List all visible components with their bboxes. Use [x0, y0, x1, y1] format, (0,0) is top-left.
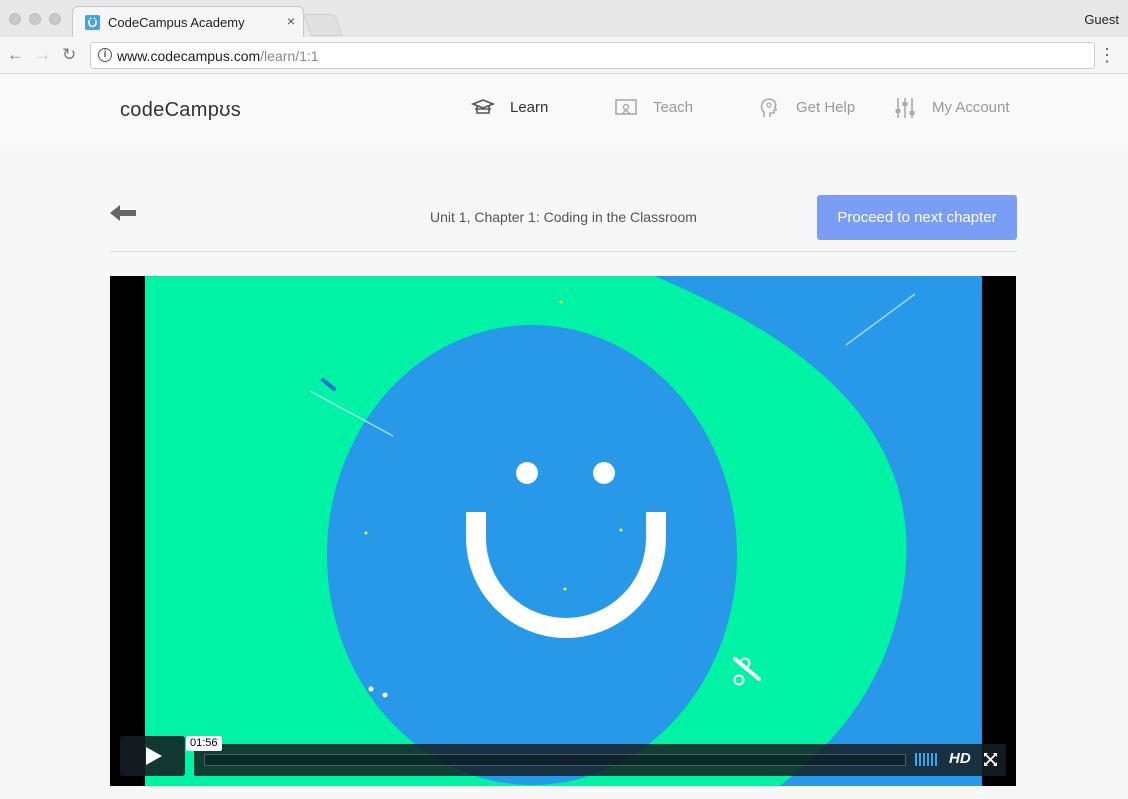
back-arrow-icon[interactable]: [110, 204, 138, 222]
window-zoom-button[interactable]: [49, 13, 61, 25]
video-frame[interactable]: [145, 276, 982, 786]
back-nav-icon[interactable]: ←: [7, 45, 24, 65]
browser-toolbar: ← → ↻ i www.codecampus.com/learn/1:1 ⋮: [0, 37, 1128, 74]
url-path: /learn/1:1: [260, 48, 319, 64]
nav-label-my-account: My Account: [932, 99, 1010, 116]
favicon-icon: [85, 15, 100, 30]
play-icon: [146, 747, 162, 765]
site-header: codeCampʊs Learn Teach Get Help My Accou…: [0, 75, 1128, 150]
window-close-button[interactable]: [9, 13, 21, 25]
nav-label-teach: Teach: [653, 99, 694, 116]
chapter-title: Unit 1, Chapter 1: Coding in the Classro…: [430, 209, 697, 225]
info-icon[interactable]: i: [98, 48, 112, 62]
window-minimize-button[interactable]: [29, 13, 41, 25]
address-bar[interactable]: i www.codecampus.com/learn/1:1: [90, 42, 1095, 69]
browser-tab[interactable]: CodeCampus Academy ×: [72, 6, 304, 37]
play-button[interactable]: [120, 736, 185, 776]
graduation-cap-icon: [470, 99, 496, 114]
tab-title: CodeCampus Academy: [108, 15, 245, 30]
tab-close-icon[interactable]: ×: [287, 13, 295, 29]
hd-toggle[interactable]: HD: [949, 750, 971, 767]
nav-label-learn: Learn: [510, 99, 549, 116]
video-progress-bar[interactable]: [204, 754, 906, 766]
nav-label-get-help: Get Help: [796, 99, 856, 116]
volume-icon[interactable]: [915, 753, 941, 766]
profile-label[interactable]: Guest: [1084, 12, 1119, 27]
reload-icon[interactable]: ↻: [62, 45, 76, 65]
sliders-icon: [895, 98, 915, 118]
presentation-icon: [615, 99, 637, 115]
nav-item-learn[interactable]: Learn: [470, 99, 549, 116]
lesson-bar: Unit 1, Chapter 1: Coding in the Classro…: [110, 195, 1017, 252]
url-text: www.codecampus.com/learn/1:1: [117, 48, 319, 64]
url-host: www.codecampus.com: [117, 48, 261, 64]
nav-item-teach[interactable]: Teach: [615, 99, 694, 116]
video-artwork: [309, 276, 982, 786]
proceed-next-chapter-button[interactable]: Proceed to next chapter: [817, 195, 1017, 240]
new-tab-button[interactable]: [302, 14, 344, 36]
fullscreen-icon[interactable]: [984, 753, 997, 766]
browser-tabstrip: CodeCampus Academy × Guest: [0, 0, 1128, 37]
nav-item-get-help[interactable]: Get Help: [760, 98, 856, 117]
video-controls-bar: HD: [194, 744, 1006, 776]
video-player[interactable]: HD 01:56: [110, 276, 1016, 786]
forward-nav-icon[interactable]: →: [34, 45, 51, 65]
browser-menu-icon[interactable]: ⋮: [1098, 46, 1116, 64]
video-time-badge: 01:56: [186, 736, 222, 751]
nav-item-my-account[interactable]: My Account: [895, 98, 1010, 118]
head-icon: [760, 98, 778, 117]
site-logo[interactable]: codeCampʊs: [120, 99, 241, 122]
